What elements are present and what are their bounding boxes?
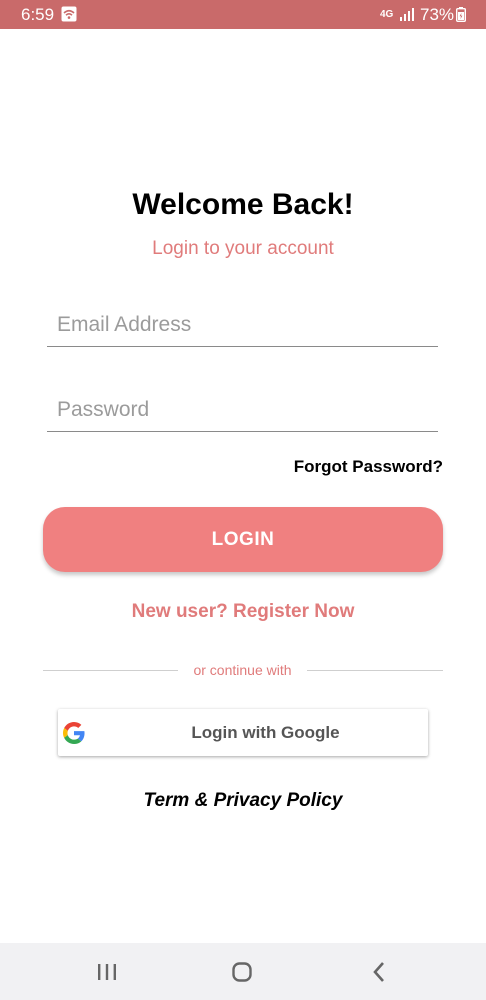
back-icon[interactable] [365,957,395,987]
recent-apps-icon[interactable] [92,957,122,987]
divider-line-right [307,670,443,671]
home-icon[interactable] [227,957,257,987]
login-screen: 6:59 4G 73% Welcome Back! Login to your … [0,0,486,1000]
signal-icon [400,8,414,21]
status-bar: 6:59 4G 73% [0,0,486,29]
google-login-button[interactable]: Login with Google [58,709,428,756]
page-title: Welcome Back! [132,188,354,221]
forgot-password-link[interactable]: Forgot Password? [294,456,443,478]
terms-privacy-link[interactable]: Term & Privacy Policy [0,788,486,814]
battery-percent: 73% [420,5,455,24]
login-button[interactable]: LOGIN [43,507,443,572]
divider-label: or continue with [193,662,292,678]
wifi-icon [61,6,77,22]
register-link[interactable]: New user? Register Now [0,599,486,625]
email-field-container [47,306,438,347]
page-subtitle: Login to your account [152,238,334,259]
email-field[interactable] [57,306,427,344]
google-login-label: Login with Google [191,723,340,742]
password-field-container [47,391,438,432]
divider-line-left [43,670,178,671]
password-field[interactable] [57,391,427,429]
status-time: 6:59 [21,5,55,24]
system-nav-bar [0,943,486,1000]
network-type: 4G [380,9,394,20]
battery-icon [456,7,466,22]
